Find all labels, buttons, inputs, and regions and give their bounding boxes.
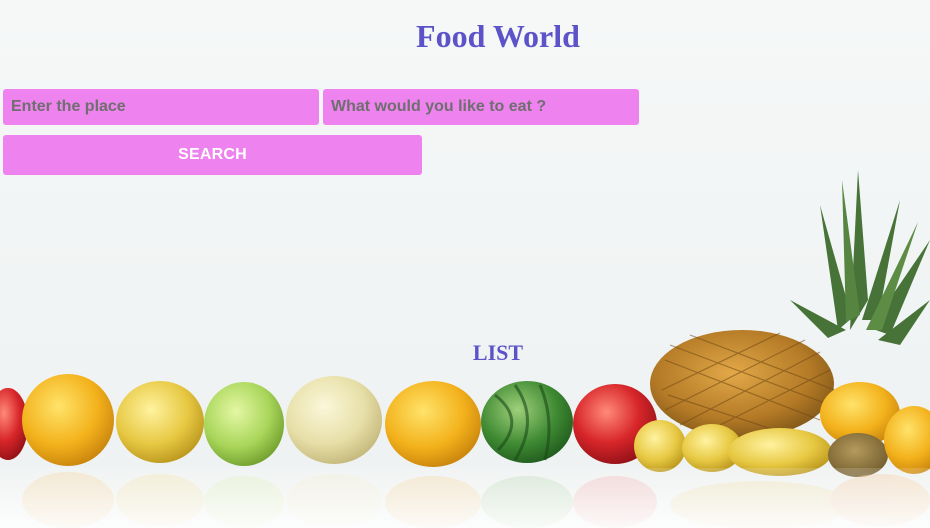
search-button[interactable]: SEARCH <box>3 135 422 175</box>
list-heading: LIST <box>472 340 524 365</box>
place-input[interactable] <box>3 89 319 125</box>
food-input[interactable] <box>323 89 639 125</box>
fruit-background-image <box>0 170 930 528</box>
page-title: Food World <box>416 18 580 54</box>
